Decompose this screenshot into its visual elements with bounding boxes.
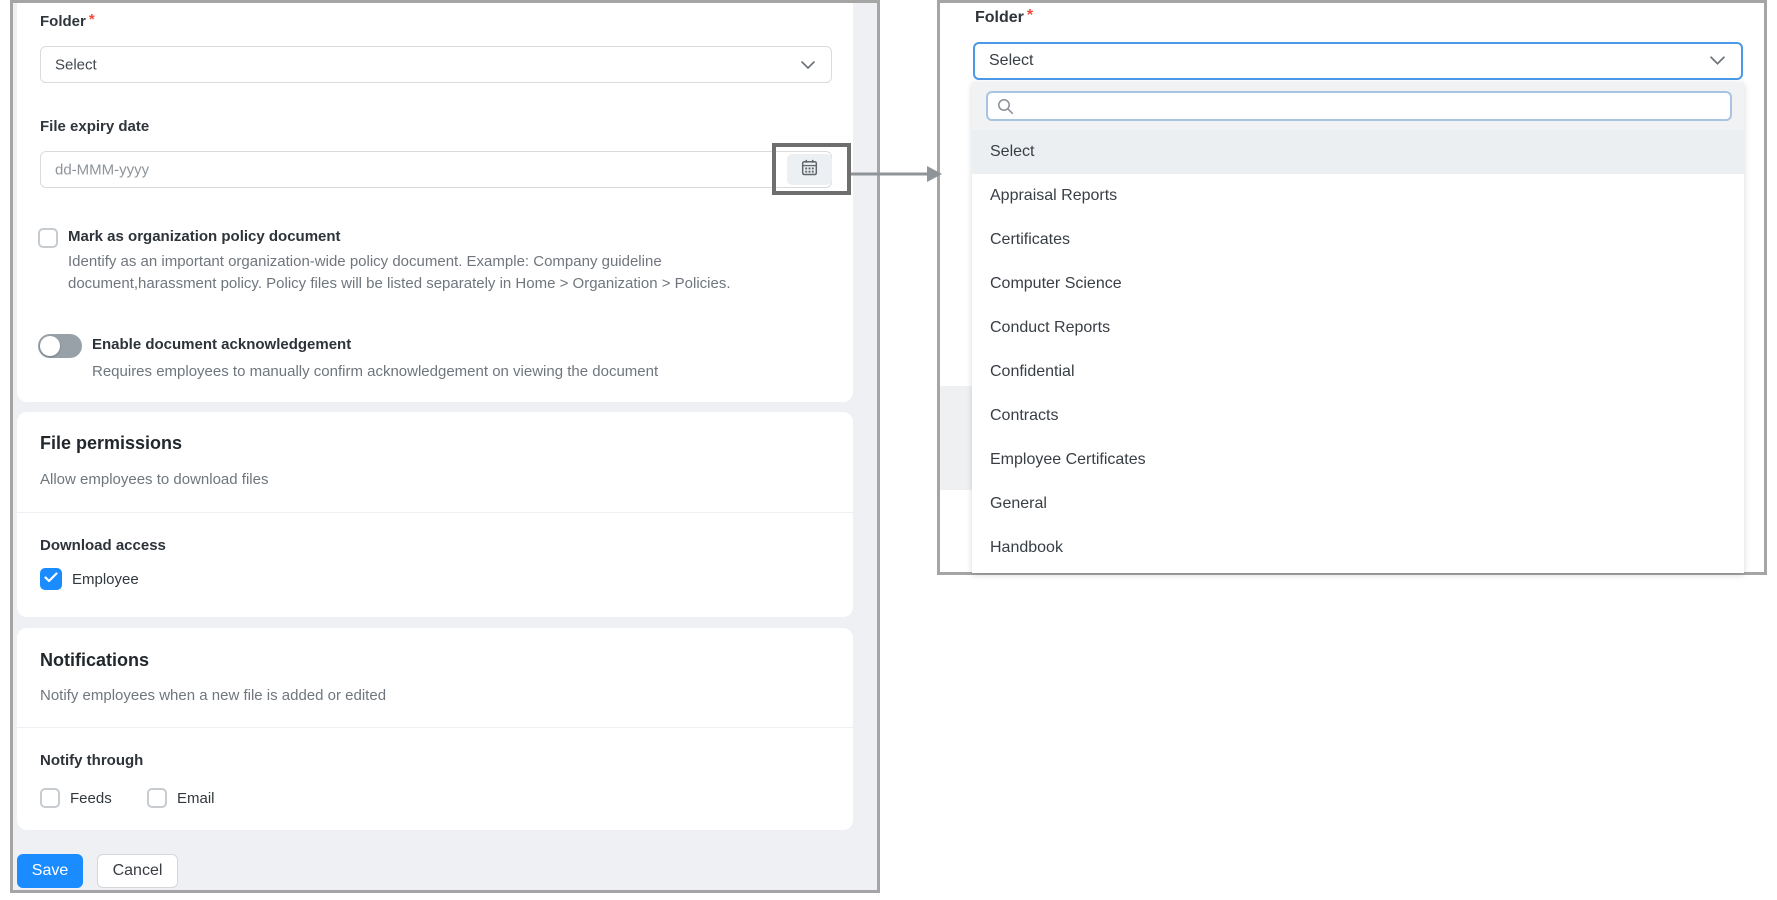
- dropdown-option[interactable]: Conduct Reports: [972, 306, 1744, 350]
- dropdown-option[interactable]: General: [972, 482, 1744, 526]
- notify-through-label: Notify through: [40, 752, 144, 769]
- dropdown-option[interactable]: Handbook: [972, 526, 1744, 570]
- checkmark-icon: [44, 570, 58, 588]
- folder-label-zoomed: Folder *: [975, 7, 1034, 27]
- background-section-gap: [940, 386, 972, 490]
- policy-checkbox[interactable]: [38, 228, 58, 248]
- file-permissions-subtitle: Allow employees to download files: [40, 471, 269, 488]
- folder-select-value: Select: [989, 52, 1034, 69]
- divider: [17, 512, 853, 513]
- dropdown-option[interactable]: Contracts: [972, 394, 1744, 438]
- screenshot-canvas: Folder * Select File expiry date dd-MMM-y…: [0, 0, 1777, 900]
- folder-select-value: Select: [55, 56, 97, 73]
- feeds-checkbox[interactable]: [40, 788, 60, 808]
- employee-checkbox-label[interactable]: Employee: [72, 571, 139, 588]
- expiry-date-placeholder: dd-MMM-yyyy: [55, 161, 150, 178]
- dropdown-option-select[interactable]: Select: [972, 130, 1744, 174]
- email-checkbox-label[interactable]: Email: [177, 790, 215, 807]
- folder-select-focused[interactable]: Select: [973, 42, 1743, 80]
- expiry-date-input[interactable]: dd-MMM-yyyy: [40, 151, 832, 188]
- search-field[interactable]: [1020, 93, 1720, 119]
- dropdown-option[interactable]: Certificates: [972, 218, 1744, 262]
- folder-select[interactable]: Select: [40, 46, 832, 83]
- acknowledgement-label[interactable]: Enable document acknowledgement: [92, 336, 351, 353]
- chevron-down-icon: [801, 56, 815, 74]
- policy-checkbox-label[interactable]: Mark as organization policy document: [68, 228, 341, 245]
- folder-dropdown-popup: Select Appraisal Reports Certificates Co…: [972, 82, 1744, 573]
- dropdown-search-header: [972, 82, 1744, 130]
- callout-highlight-box: [772, 143, 851, 195]
- email-checkbox[interactable]: [147, 788, 167, 808]
- acknowledgement-description: Requires employees to manually confirm a…: [92, 363, 659, 380]
- folder-label-text: Folder: [40, 13, 86, 30]
- feeds-checkbox-label[interactable]: Feeds: [70, 790, 112, 807]
- folder-label-text: Folder: [975, 9, 1024, 26]
- folder-label: Folder *: [40, 11, 95, 30]
- notifications-subtitle: Notify employees when a new file is adde…: [40, 687, 387, 704]
- dropdown-search-input[interactable]: [986, 91, 1732, 121]
- policy-description: Identify as an important organization-wi…: [68, 253, 731, 292]
- file-permissions-title: File permissions: [40, 433, 183, 453]
- dropdown-option[interactable]: Computer Science: [972, 262, 1744, 306]
- dropdown-option[interactable]: Appraisal Reports: [972, 174, 1744, 218]
- callout-arrow-icon: [851, 163, 943, 185]
- employee-checkbox[interactable]: [40, 568, 62, 590]
- cancel-button[interactable]: Cancel: [97, 854, 178, 888]
- required-asterisk: *: [88, 11, 95, 28]
- required-asterisk: *: [1026, 7, 1034, 24]
- save-button[interactable]: Save: [17, 854, 83, 888]
- download-access-label: Download access: [40, 537, 166, 554]
- expiry-date-label: File expiry date: [40, 118, 150, 135]
- notifications-title: Notifications: [40, 650, 150, 670]
- chevron-down-icon: [1710, 52, 1725, 70]
- divider: [17, 727, 853, 728]
- toggle-knob: [40, 336, 60, 356]
- acknowledgement-toggle[interactable]: [38, 334, 82, 358]
- dropdown-option[interactable]: Employee Certificates: [972, 438, 1744, 482]
- dropdown-option[interactable]: Confidential: [972, 350, 1744, 394]
